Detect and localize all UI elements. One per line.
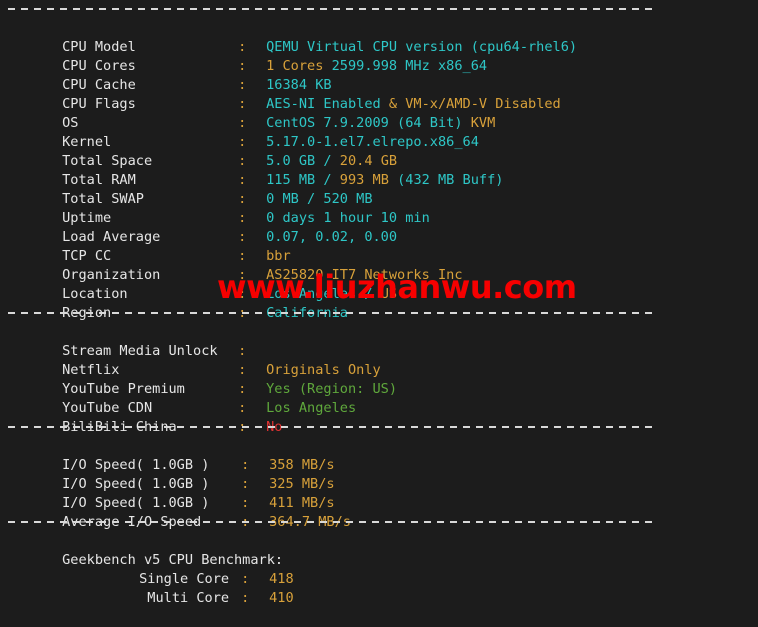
- row-stream-media-heading: Stream Media Unlock:: [0, 323, 758, 359]
- dashed-rule: [8, 312, 653, 314]
- row-geekbench-heading: Geekbench v5 CPU Benchmark:: [0, 532, 758, 568]
- row-cpu-model: CPU Model: QEMU Virtual CPU version (cpu6…: [0, 19, 758, 55]
- separator-top: [0, 0, 758, 19]
- row-organization: Organization: AS25820 IT7 Networks Inc: [0, 247, 758, 283]
- label-multi-core: Multi Core: [147, 590, 230, 606]
- row-cpu-cores: CPU Cores:1 Cores 2599.998 MHz x86_64: [0, 38, 758, 74]
- value-multi-core: 410: [269, 590, 294, 606]
- separator-io-speed: [0, 418, 758, 437]
- row-os: OS: CentOS 7.9.2009 (64 Bit) KVM: [0, 95, 758, 131]
- row-bilibili-china: BiliBili China:No: [0, 399, 758, 435]
- separator-stream-media: [0, 304, 758, 323]
- row-io-speed-2: I/O Speed( 1.0GB ):325 MB/s: [0, 456, 758, 492]
- row-kernel: Kernel:5.17.0-1.el7.elrepo.x86_64: [0, 114, 758, 150]
- row-youtube-cdn: YouTube CDN: Los Angeles: [0, 380, 758, 416]
- dashed-rule: [8, 521, 653, 523]
- colon-separator: :: [241, 590, 250, 606]
- row-total-swap: Total SWAP:0 MB / 520 MB: [0, 171, 758, 207]
- row-multi-core: Multi Core: 410: [0, 570, 758, 606]
- dashed-rule: [8, 426, 653, 428]
- row-netflix: Netflix: Originals Only: [0, 342, 758, 378]
- row-average-io-speed: Average I/O Speed:364.7 MB/s: [0, 494, 758, 530]
- row-tcp-cc: TCP CC: bbr: [0, 228, 758, 264]
- stream-media-section: Stream Media Unlock: Netflix: Originals O…: [0, 323, 758, 435]
- row-location: Location: Los Angeles / US: [0, 266, 758, 302]
- row-io-speed-1: I/O Speed( 1.0GB ):358 MB/s: [0, 437, 758, 473]
- row-total-space: Total Space:5.0 GB / 20.4 GB: [0, 133, 758, 169]
- row-cpu-flags: CPU Flags: AES-NI Enabled & VM-x/AMD-V Di…: [0, 76, 758, 112]
- geekbench-section: Geekbench v5 CPU Benchmark: Single Core:…: [0, 532, 758, 606]
- row-cpu-cache: CPU Cache:16384 KB: [0, 57, 758, 93]
- row-region: Region:California: [0, 285, 758, 321]
- row-youtube-premium: YouTube Premium: Yes (Region: US): [0, 361, 758, 397]
- row-total-ram: Total RAM:115 MB / 993 MB (432 MB Buff): [0, 152, 758, 188]
- row-load-average: Load Average:0.07, 0.02, 0.00: [0, 209, 758, 245]
- separator-geekbench: [0, 513, 758, 532]
- dashed-rule: [8, 8, 653, 10]
- terminal-window: CPU Model: QEMU Virtual CPU version (cpu6…: [0, 0, 758, 606]
- row-uptime: Uptime:0 days 1 hour 10 min: [0, 190, 758, 226]
- row-io-speed-3: I/O Speed( 1.0GB ):411 MB/s: [0, 475, 758, 511]
- row-single-core: Single Core:418: [0, 551, 758, 587]
- system-info-section: CPU Model: QEMU Virtual CPU version (cpu6…: [0, 19, 758, 321]
- io-speed-section: I/O Speed( 1.0GB ):358 MB/s I/O Speed( 1…: [0, 437, 758, 530]
